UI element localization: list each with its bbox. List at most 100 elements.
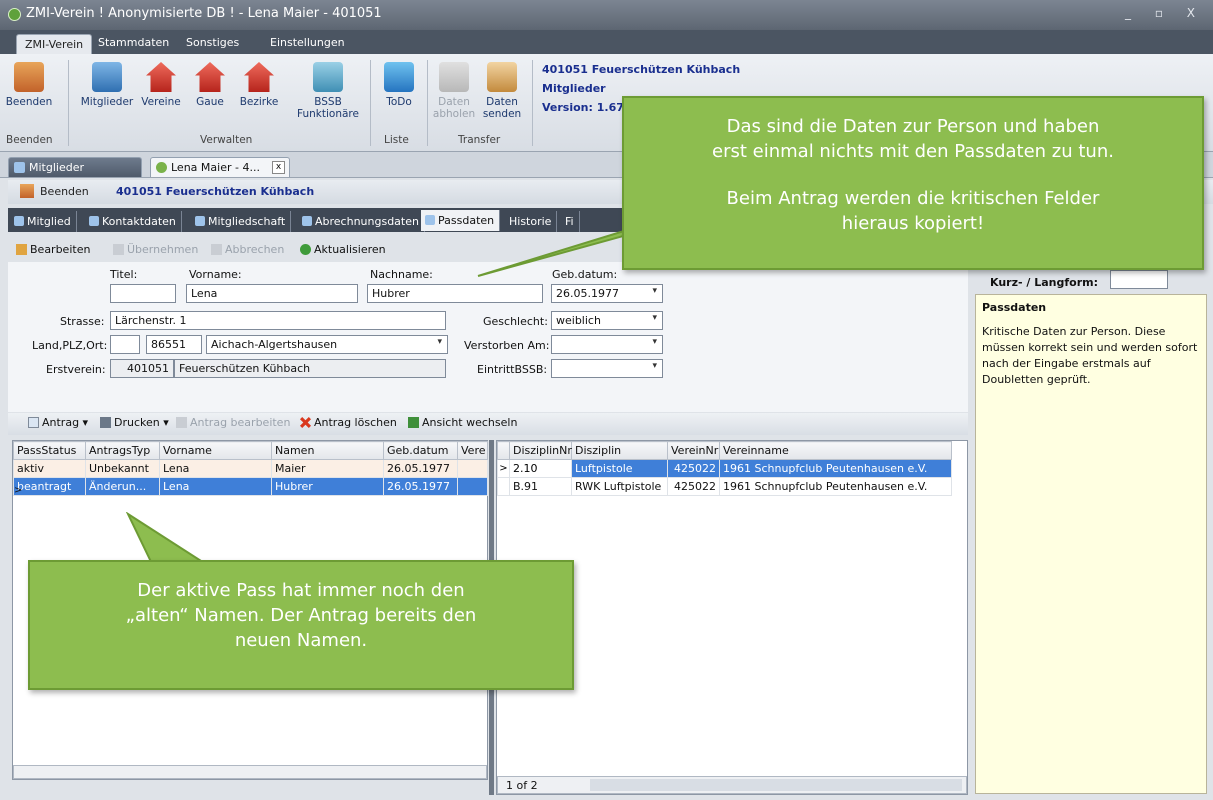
callout-bottom-line3: neuen Namen. <box>234 630 368 651</box>
ribbon-tab-zmi-verein[interactable]: ZMI-Verein <box>16 34 93 54</box>
gau-house-icon <box>195 62 225 92</box>
group-label-beenden: Beenden <box>6 134 53 146</box>
cancel-icon <box>211 244 222 255</box>
ribbon-tab-einstellungen[interactable]: Einstellungen <box>270 36 345 49</box>
abbrechen-button[interactable]: Abbrechen <box>211 243 284 256</box>
titel-field[interactable] <box>110 284 176 303</box>
todo-button[interactable]: ToDo <box>372 62 426 108</box>
tab-icon <box>89 216 99 226</box>
home-icon <box>14 62 44 92</box>
close-tab-icon[interactable]: x <box>272 161 285 174</box>
gaue-button[interactable]: Gaue <box>183 62 237 108</box>
geschlecht-select[interactable]: weiblich ▾ <box>551 311 663 330</box>
callout-bottom-line1: Der aktive Pass hat immer noch den <box>137 580 465 601</box>
tab-icon <box>14 216 24 226</box>
uebernehmen-button[interactable]: Übernehmen <box>113 243 198 256</box>
verstorben-field[interactable]: ▾ <box>551 335 663 354</box>
col-vereinname[interactable]: Vereinname <box>719 441 952 460</box>
document-icon <box>28 417 39 428</box>
doc-tab-mitglieder[interactable]: Mitglieder <box>8 157 142 177</box>
pager-text: 1 of 2 <box>506 779 538 792</box>
beenden-link[interactable]: Beenden <box>40 185 89 198</box>
ribbon-tab-stammdaten[interactable]: Stammdaten <box>98 36 169 49</box>
col-vereinnr[interactable]: VereinNr <box>667 441 720 460</box>
vorname-field[interactable]: Lena <box>186 284 358 303</box>
callout-bottom: Der aktive Pass hat immer noch den „alte… <box>28 560 574 690</box>
bezirke-button[interactable]: Bezirke <box>232 62 286 108</box>
beenden-button[interactable]: Beenden <box>2 62 56 108</box>
erstverein-name-field: Feuerschützen Kühbach <box>174 359 446 378</box>
bssb-funktionaere-button[interactable]: BSSB Funktionäre <box>295 62 361 120</box>
col-disziplin[interactable]: Disziplin <box>571 441 668 460</box>
pencil-icon <box>176 417 187 428</box>
land-plz-ort-label: Land,PLZ,Ort: <box>32 339 108 352</box>
nachname-field[interactable]: Hubrer <box>367 284 543 303</box>
window-controls[interactable]: _ ▫ X <box>1125 6 1205 20</box>
strasse-label: Strasse: <box>60 315 105 328</box>
eintritt-field[interactable]: ▾ <box>551 359 663 378</box>
help-panel: Passdaten Kritische Daten zur Person. Di… <box>975 294 1207 794</box>
grid-header-row: DisziplinNr Disziplin VereinNr Vereinnam… <box>497 441 952 460</box>
mitglieder-button[interactable]: Mitglieder <box>80 62 134 108</box>
titel-label: Titel: <box>110 268 138 281</box>
drucken-button[interactable]: Drucken ▾ <box>100 416 169 429</box>
chevron-down-icon: ▾ <box>652 313 657 323</box>
table-row-selected[interactable]: beantragt Änderun... Lena Hubrer 26.05.1977 <box>13 477 488 496</box>
upload-box-icon <box>487 62 517 92</box>
info-verein: 401051 Feuerschützen Kühbach <box>542 63 741 76</box>
antrag-button[interactable]: Antrag ▾ <box>28 416 88 429</box>
col-vorname[interactable]: Vorname <box>159 441 272 460</box>
aktualisieren-button[interactable]: Aktualisieren <box>300 243 386 256</box>
vereine-button[interactable]: Vereine <box>134 62 188 108</box>
table-row-selected[interactable]: > 2.10 Luftpistole 425022 1961 Schnupfclub … <box>497 459 952 478</box>
table-row[interactable]: B.91 RWK Luftpistole 425022 1961 Schnupfclu… <box>497 477 952 496</box>
horizontal-scrollbar[interactable] <box>590 779 962 791</box>
tab-mitgliedschaft[interactable]: Mitgliedschaft <box>191 211 292 232</box>
chevron-down-icon: ▾ <box>652 286 657 296</box>
bearbeiten-button[interactable]: Bearbeiten <box>16 243 90 256</box>
callout-top-line3: Beim Antrag werden die kritischen Felder <box>726 188 1100 209</box>
kurz-langform-field[interactable] <box>1110 270 1168 289</box>
vorname-label: Vorname: <box>189 268 242 281</box>
todo-bubble-icon <box>384 62 414 92</box>
group-label-liste: Liste <box>384 134 409 146</box>
doc-tab-lena-maier[interactable]: Lena Maier - 4... x <box>150 157 290 177</box>
check-icon <box>113 244 124 255</box>
ribbon-tab-sonstiges[interactable]: Sonstiges <box>186 36 239 49</box>
col-verein[interactable]: Vere <box>457 441 488 460</box>
chevron-down-icon: ▾ <box>437 337 442 347</box>
strasse-field[interactable]: Lärchenstr. 1 <box>110 311 446 330</box>
land-field[interactable] <box>110 335 140 354</box>
person-form: Titel: Vorname: Nachname: Geb.datum: Len… <box>8 262 968 412</box>
ort-select[interactable]: Aichach-Algertshausen ▾ <box>206 335 448 354</box>
row-pointer-icon: > <box>497 459 510 478</box>
eintritt-label: EintrittBSSB: <box>477 363 548 376</box>
col-namen[interactable]: Namen <box>271 441 384 460</box>
tab-mitglied[interactable]: Mitglied <box>10 211 77 232</box>
col-antragstyp[interactable]: AntragsTyp <box>85 441 160 460</box>
nachname-label: Nachname: <box>370 268 433 281</box>
horizontal-scrollbar[interactable] <box>13 765 487 779</box>
antrag-bearbeiten-button[interactable]: Antrag bearbeiten <box>176 416 290 429</box>
daten-senden-button[interactable]: Daten senden <box>475 62 529 120</box>
app-icon <box>8 8 21 21</box>
gebdatum-field[interactable]: 26.05.1977 ▾ <box>551 284 663 303</box>
tab-abrechnungsdaten[interactable]: Abrechnungsdaten <box>298 211 425 232</box>
antrag-loeschen-button[interactable]: Antrag löschen <box>300 416 397 429</box>
daten-abholen-button[interactable]: Daten abholen <box>427 62 481 120</box>
plz-field[interactable]: 86551 <box>146 335 202 354</box>
col-passstatus[interactable]: PassStatus <box>13 441 86 460</box>
geschlecht-label: Geschlecht: <box>483 315 548 328</box>
district-house-icon <box>244 62 274 92</box>
download-box-icon <box>439 62 469 92</box>
erstverein-nr-field: 401051 <box>110 359 174 378</box>
col-disziplinnr[interactable]: DisziplinNr <box>509 441 572 460</box>
ansicht-wechseln-button[interactable]: Ansicht wechseln <box>408 416 517 429</box>
help-text: Kritische Daten zur Person. Diese müssen… <box>982 325 1198 386</box>
table-row[interactable]: aktiv Unbekannt Lena Maier 26.05.1977 <box>13 459 488 478</box>
bssb-icon <box>313 62 343 92</box>
col-gebdatum[interactable]: Geb.datum <box>383 441 458 460</box>
tab-kontaktdaten[interactable]: Kontaktdaten <box>85 211 182 232</box>
chevron-down-icon: ▾ <box>652 337 657 347</box>
group-label-verwalten: Verwalten <box>200 134 253 146</box>
